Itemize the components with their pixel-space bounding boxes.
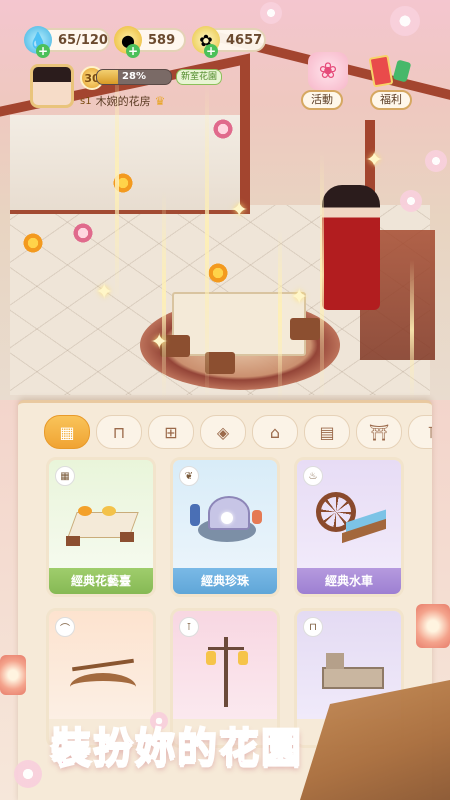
pavilion-icon: ⌂: [269, 422, 281, 442]
pearl-shell-art: [188, 482, 263, 552]
bench-art: [312, 633, 387, 703]
promo-title: 裝扮妳的花園: [50, 723, 303, 772]
character-lady[interactable]: [322, 185, 380, 310]
sparkle-icon: ✦: [150, 330, 169, 355]
table-icon: ⊓: [112, 422, 126, 442]
waterwheel-art: [312, 482, 387, 552]
gate-icon: ⛩: [368, 422, 390, 442]
flower-table[interactable]: [172, 292, 306, 356]
garden-name: 木婉的花房: [95, 95, 151, 108]
stamina-value: 65/120: [58, 32, 108, 48]
lantern-icon: [416, 604, 450, 648]
fence-icon: ⊞: [164, 422, 178, 442]
crown-icon: ♛: [154, 94, 166, 108]
category-tabs: ▦ ⊓ ⊞ ◈ ⌂ ▤ ⛩ ⊺: [44, 415, 432, 451]
stool: [290, 318, 320, 340]
pillar: [240, 60, 250, 210]
blossom-icon: [260, 2, 282, 24]
welfare-gift-icon[interactable]: [362, 52, 418, 90]
promo-banner: 裝扮妳的花園: [22, 708, 332, 780]
card-label: 經典花藝臺: [49, 568, 153, 594]
lamp-icon: ⊺: [426, 422, 432, 442]
wall-icon: ▤: [319, 422, 335, 442]
garden-name-row: s1 木婉的花房 ♛: [80, 93, 165, 109]
green-ticket-icon: [392, 59, 412, 83]
stool: [205, 352, 235, 374]
sparkle-icon: ✦: [230, 198, 249, 223]
blossom-icon: [390, 6, 420, 36]
welfare-button[interactable]: 福利: [370, 90, 412, 110]
bridge-art: [64, 633, 139, 703]
tab-table[interactable]: ⊓: [96, 415, 142, 449]
sparkle-icon: ✦: [95, 280, 114, 305]
sparkle-icon: ✦: [290, 285, 309, 310]
lamp-post-art: [188, 633, 263, 707]
tab-lamp[interactable]: ⊺: [408, 415, 432, 449]
blossom-icon: [400, 190, 422, 212]
light-beam: [162, 190, 166, 400]
card-label: 經典水車: [297, 568, 401, 594]
light-beam: [278, 230, 282, 400]
lantern-icon: [0, 655, 26, 695]
player-avatar[interactable]: [30, 64, 74, 108]
blossom-icon: [425, 150, 447, 172]
grid-icon: ▦: [59, 422, 75, 442]
gem-value: 4657: [226, 32, 263, 48]
sparkle-icon: ✦: [365, 148, 384, 173]
card-classic-flower-table[interactable]: ▦ 經典花藝臺: [46, 457, 156, 597]
flower-pot: [210, 118, 236, 140]
event-flower-icon[interactable]: ❀: [308, 52, 348, 90]
add-stamina-button[interactable]: +: [36, 44, 50, 58]
light-beam: [205, 80, 209, 400]
card-classic-waterwheel[interactable]: ♨ 經典水車: [294, 457, 404, 597]
tile-icon: ◈: [216, 422, 230, 442]
flower-pot: [20, 232, 46, 254]
flower-pot: [70, 222, 96, 244]
tab-pavilion[interactable]: ⌂: [252, 415, 298, 449]
flower-pot: [110, 172, 136, 194]
tab-gate[interactable]: ⛩: [356, 415, 402, 449]
red-envelope-icon: [368, 54, 394, 88]
game-screen: ✦ ✦ ✦ ✦ ✦ 💧 65/120 + ● 589 + ✿ 4657 + 30…: [0, 0, 450, 800]
add-gems-button[interactable]: +: [204, 44, 218, 58]
add-coins-button[interactable]: +: [126, 44, 140, 58]
xp-percent: 28%: [122, 71, 146, 82]
xp-bar: 28%: [96, 69, 172, 85]
garden-level: s1: [80, 95, 92, 107]
light-beam: [410, 260, 414, 400]
events-button[interactable]: 活動: [301, 90, 343, 110]
tab-grid[interactable]: ▦: [44, 415, 90, 449]
tab-wall[interactable]: ▤: [304, 415, 350, 449]
tab-fence[interactable]: ⊞: [148, 415, 194, 449]
coin-value: 589: [148, 32, 176, 48]
tab-tile[interactable]: ◈: [200, 415, 246, 449]
light-beam: [320, 150, 324, 400]
card-classic-pearl[interactable]: ❦ 經典珍珠: [170, 457, 280, 597]
new-garden-tag[interactable]: 新室花園: [176, 69, 223, 85]
card-label: 經典珍珠: [173, 568, 277, 594]
flower-table-art: [64, 482, 139, 552]
